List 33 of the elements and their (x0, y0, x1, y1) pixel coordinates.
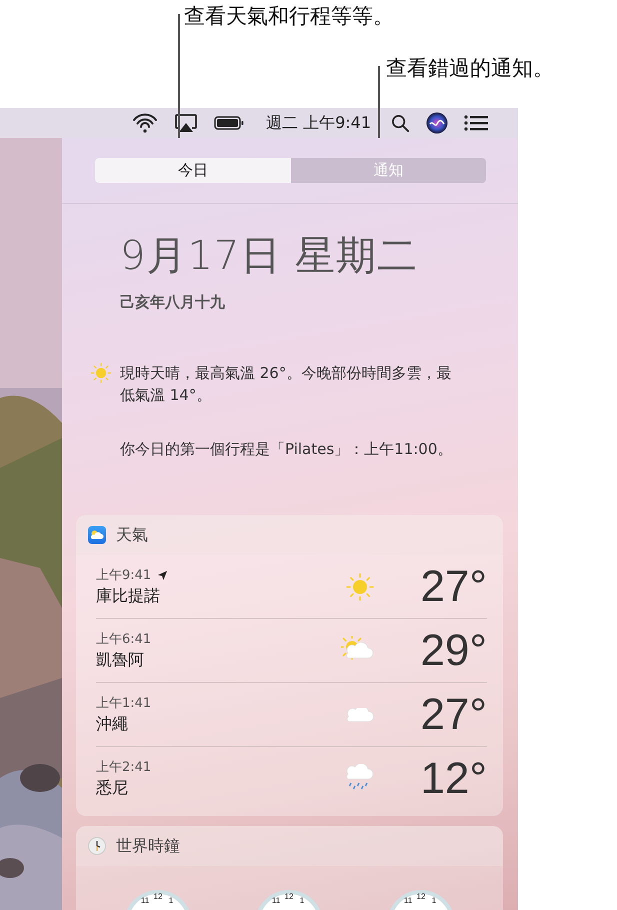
callout-text: 查看錯過的通知。 (386, 56, 554, 82)
widget-title: 世界時鐘 (116, 836, 180, 856)
callout-text: 查看天氣和行程等等。 (184, 4, 394, 30)
date-heading: 9月17日 星期二 (120, 232, 420, 281)
local-time: 上午9:41 (96, 567, 152, 584)
menu-bar-clock[interactable]: 週二 上午9:41 (266, 112, 371, 134)
cloud-icon (347, 708, 375, 722)
local-time: 上午2:41 (96, 759, 152, 776)
list-icon[interactable] (464, 114, 488, 132)
clock-app-icon (88, 837, 106, 855)
city-name: 沖繩 (96, 714, 129, 735)
temperature: 27° (419, 690, 487, 740)
schedule-summary: 你今日的第一個行程是「Pilates」：上午11:00。 (120, 440, 454, 459)
temperature: 27° (419, 562, 487, 612)
wifi-icon[interactable] (132, 113, 158, 133)
tab[interactable]: 今日 (95, 158, 290, 183)
lunar-date: 己亥年八月十九 (120, 293, 226, 312)
weather-app-icon (88, 526, 106, 544)
weather-summary: 現時天晴，最高氣溫 26°。今晚部份時間多雲，最低氣溫 14°。 (120, 363, 452, 406)
city-name: 凱魯阿 (96, 650, 145, 671)
city-name: 庫比提諾 (96, 586, 161, 607)
sun-icon (90, 362, 112, 384)
local-time: 上午1:41 (96, 695, 152, 712)
airplay-icon[interactable] (174, 113, 198, 133)
battery-icon[interactable] (214, 116, 244, 130)
sun-icon (345, 572, 375, 602)
search-icon[interactable] (391, 114, 410, 132)
temperature: 12° (419, 754, 487, 804)
siri-icon[interactable] (426, 112, 448, 134)
local-time: 上午6:41 (96, 631, 152, 648)
widget-title: 天氣 (116, 524, 148, 546)
temperature: 29° (419, 626, 487, 676)
city-name: 悉尼 (96, 778, 129, 799)
